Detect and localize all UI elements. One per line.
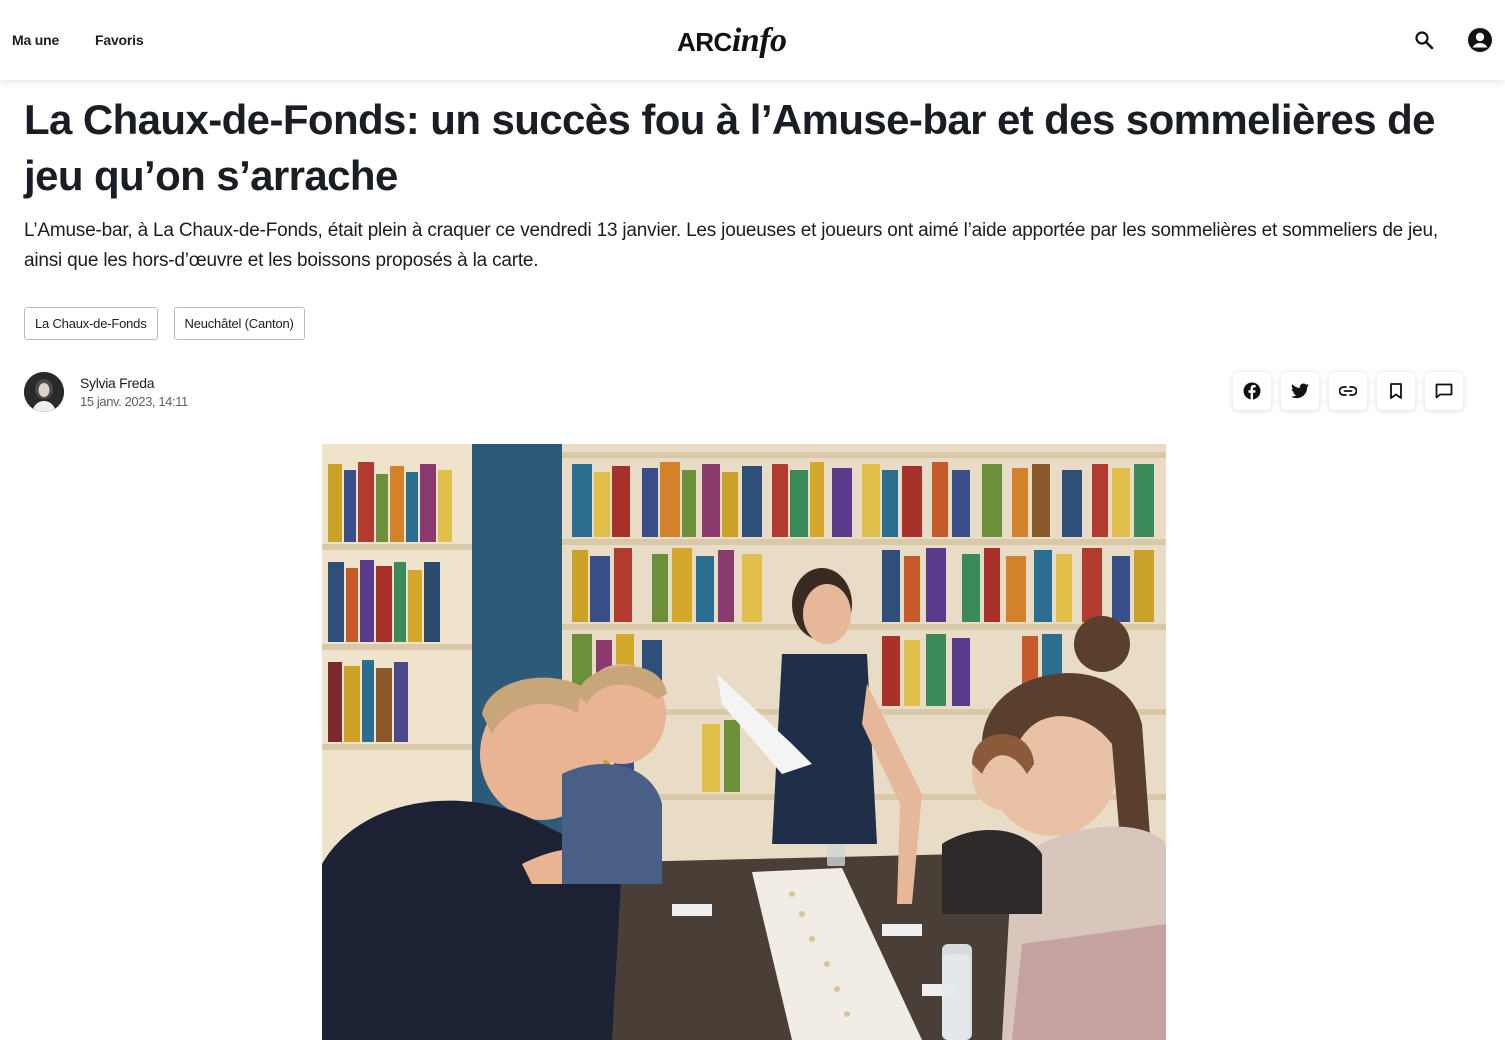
site-logo[interactable]: ARC info — [677, 22, 787, 62]
article-photo[interactable] — [322, 444, 1166, 1040]
twitter-icon — [1291, 383, 1309, 399]
share-toolbar — [1233, 372, 1463, 410]
tag-neuchatel-canton[interactable]: Neuchâtel (Canton) — [173, 307, 305, 340]
logo-text-arc: ARC — [677, 27, 732, 57]
comment-icon — [1435, 383, 1453, 399]
nav-link-favoris[interactable]: Favoris — [95, 32, 144, 48]
search-icon[interactable] — [1411, 27, 1437, 53]
article-lead: L’Amuse-bar, à La Chaux-de-Fonds, était … — [24, 220, 1438, 271]
account-icon[interactable] — [1467, 27, 1493, 53]
link-icon — [1339, 386, 1357, 396]
publish-date: 15 janv. 2023, 14:11 — [80, 394, 188, 409]
bookmark-icon — [1390, 383, 1402, 399]
author-name[interactable]: Sylvia Freda — [80, 373, 188, 393]
copy-link-button[interactable] — [1329, 372, 1367, 410]
logo-text-info: info — [731, 22, 787, 59]
article-tags: La Chaux-de-Fonds Neuchâtel (Canton) — [24, 307, 305, 340]
author-meta: Sylvia Freda 15 janv. 2023, 14:11 — [80, 373, 188, 411]
nav-link-ma-une[interactable]: Ma une — [12, 32, 59, 48]
top-navigation-bar: Ma une Favoris ARC info — [0, 0, 1505, 80]
facebook-share-button[interactable] — [1233, 372, 1271, 410]
author-avatar — [24, 372, 64, 412]
bookmark-button[interactable] — [1377, 372, 1415, 410]
comments-button[interactable] — [1425, 372, 1463, 410]
tag-la-chaux-de-fonds[interactable]: La Chaux-de-Fonds — [24, 307, 158, 340]
author-block: Sylvia Freda 15 janv. 2023, 14:11 — [24, 372, 188, 412]
primary-nav: Ma une Favoris — [12, 0, 144, 80]
article-headline: La Chaux-de-Fonds: un succès fou à l’Amu… — [24, 96, 1436, 199]
header-actions — [1411, 0, 1493, 80]
twitter-share-button[interactable] — [1281, 372, 1319, 410]
facebook-icon — [1243, 382, 1261, 400]
